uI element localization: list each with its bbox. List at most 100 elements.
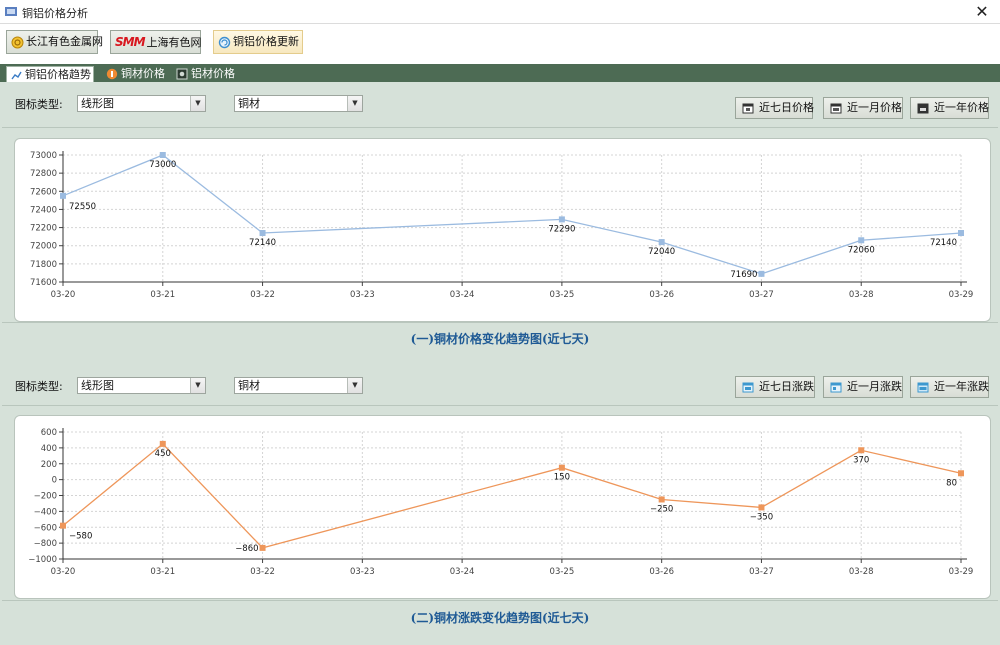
one-year-change-button[interactable]: 近一年涨跌	[910, 376, 989, 398]
copper-icon	[106, 68, 118, 80]
x-tick-label: 03-20	[51, 290, 76, 300]
chevron-down-icon: ▼	[347, 378, 362, 393]
smm-label: 上海有色网	[146, 36, 202, 49]
changjiang-metals-button[interactable]: 长江有色金属网	[6, 30, 103, 54]
seven-day-price-button[interactable]: 近七日价格	[735, 97, 814, 119]
data-label: 72290	[548, 224, 575, 234]
tab-copper-price-label: 铜材价格	[121, 67, 165, 80]
x-tick-label: 03-21	[150, 567, 175, 577]
data-label: 72550	[69, 202, 96, 212]
chart-type-select[interactable]: 线形图 ▼	[77, 377, 206, 394]
data-label: 72060	[848, 245, 875, 255]
one-month-change-label: 近一月涨跌	[847, 380, 902, 393]
divider	[2, 600, 998, 601]
one-year-change-label: 近一年涨跌	[934, 380, 989, 393]
one-month-change-button[interactable]: 近一月涨跌	[823, 376, 903, 398]
data-point	[658, 239, 665, 246]
tab-price-trend[interactable]: 铜铝价格趋势	[6, 66, 94, 82]
data-point	[259, 230, 266, 237]
price-chart-caption: (一)铜材价格变化趋势图(近七天)	[410, 332, 590, 346]
y-tick-label: 73000	[30, 151, 57, 161]
data-label: 150	[554, 473, 570, 483]
data-label: 80	[946, 478, 957, 488]
data-label: 450	[155, 449, 171, 459]
divider	[2, 405, 998, 406]
calendar-icon	[742, 382, 754, 393]
data-label: 72140	[930, 238, 957, 248]
material-value: 铜材	[238, 379, 260, 392]
chart-type-value: 线形图	[81, 379, 114, 392]
price-line-chart: 71600 71800 72000 72200 72400 72600 72800 73000…	[30, 151, 974, 300]
x-tick-label: 03-27	[749, 290, 774, 300]
x-tick-label: 03-28	[849, 290, 874, 300]
material-value: 铜材	[238, 97, 260, 110]
tab-price-trend-label: 铜铝价格趋势	[25, 68, 91, 81]
x-tick-label: 03-29	[949, 567, 974, 577]
update-prices-label: 铜铝价格更新	[233, 35, 299, 48]
y-tick-label: 71600	[30, 278, 57, 288]
data-point	[858, 237, 865, 244]
y-tick-label: 72600	[30, 187, 57, 197]
panel-price-controls: 图标类型: 线形图 ▼ 铜材 ▼ 近七日价格 近一月价格 近一年价格	[0, 82, 1000, 126]
x-tick-label: 03-29	[949, 290, 974, 300]
seven-day-change-label: 近七日涨跌	[759, 380, 814, 393]
x-tick-label: 03-23	[350, 567, 375, 577]
change-chart-caption: (二)铜材涨跌变化趋势图(近七天)	[410, 611, 590, 625]
y-tick-label: 72000	[30, 242, 57, 252]
data-label: 72040	[648, 247, 675, 257]
x-tick-label: 03-24	[450, 567, 475, 577]
toolbar: 长江有色金属网 SMM 上海有色网 铜铝价格更新	[0, 25, 1000, 61]
calendar-icon	[830, 382, 842, 393]
y-tick-label: 72400	[30, 205, 57, 215]
data-point	[558, 216, 565, 223]
y-tick-label: −200	[34, 492, 57, 502]
tab-copper-price[interactable]: 铜材价格	[102, 66, 166, 82]
one-year-price-label: 近一年价格	[934, 101, 989, 114]
x-tick-label: 03-25	[550, 567, 575, 577]
y-tick-label: 400	[41, 444, 57, 454]
app-icon	[5, 7, 17, 16]
y-tick-label: 0	[52, 476, 57, 486]
update-prices-button[interactable]: 铜铝价格更新	[213, 30, 303, 54]
chevron-down-icon: ▼	[190, 96, 205, 111]
seven-day-change-button[interactable]: 近七日涨跌	[735, 376, 815, 398]
close-button[interactable]: ✕	[970, 1, 994, 23]
material-select[interactable]: 铜材 ▼	[234, 95, 363, 112]
chart-type-select[interactable]: 线形图 ▼	[77, 95, 206, 112]
data-point	[558, 464, 565, 471]
material-select[interactable]: 铜材 ▼	[234, 377, 363, 394]
tab-aluminum-price[interactable]: 铝材价格	[172, 66, 236, 82]
data-point	[159, 152, 166, 158]
one-year-price-button[interactable]: 近一年价格	[910, 97, 989, 119]
data-point	[758, 270, 765, 277]
y-tick-label: 600	[41, 428, 57, 438]
y-tick-label: −600	[34, 523, 57, 533]
data-label: 370	[853, 455, 869, 465]
x-tick-label: 03-26	[649, 567, 674, 577]
calendar-icon	[830, 103, 842, 114]
x-tick-label: 03-28	[849, 567, 874, 577]
x-tick-label: 03-21	[150, 290, 175, 300]
x-tick-label: 03-24	[450, 290, 475, 300]
data-point	[60, 522, 66, 529]
y-tick-label: −400	[34, 507, 57, 517]
data-label: 72140	[249, 238, 276, 248]
x-tick-label: 03-23	[350, 290, 375, 300]
seven-day-price-label: 近七日价格	[759, 101, 814, 114]
data-label: −860	[235, 544, 258, 554]
x-tick-label: 03-27	[749, 567, 774, 577]
smm-button[interactable]: SMM 上海有色网	[110, 30, 202, 54]
data-label: 71690	[730, 270, 757, 280]
divider	[2, 127, 998, 128]
x-tick-label: 03-22	[250, 567, 275, 577]
tab-aluminum-price-label: 铝材价格	[191, 67, 235, 80]
one-month-price-label: 近一月价格	[847, 101, 902, 114]
y-tick-label: 71800	[30, 260, 57, 270]
change-chart-card: −1000 −800 −600 −400 −200 0 200 400 600 03-20 03-2…	[14, 415, 991, 599]
data-point	[60, 192, 66, 199]
change-line-chart: −1000 −800 −600 −400 −200 0 200 400 600 03-20 03-2…	[28, 428, 974, 577]
calendar-icon	[742, 103, 754, 114]
chart-type-value: 线形图	[81, 97, 114, 110]
panel-change-controls: 图标类型: 线形图 ▼ 铜材 ▼ 近七日涨跌 近一月涨跌 近一年涨跌	[0, 364, 1000, 408]
one-month-price-button[interactable]: 近一月价格	[823, 97, 903, 119]
